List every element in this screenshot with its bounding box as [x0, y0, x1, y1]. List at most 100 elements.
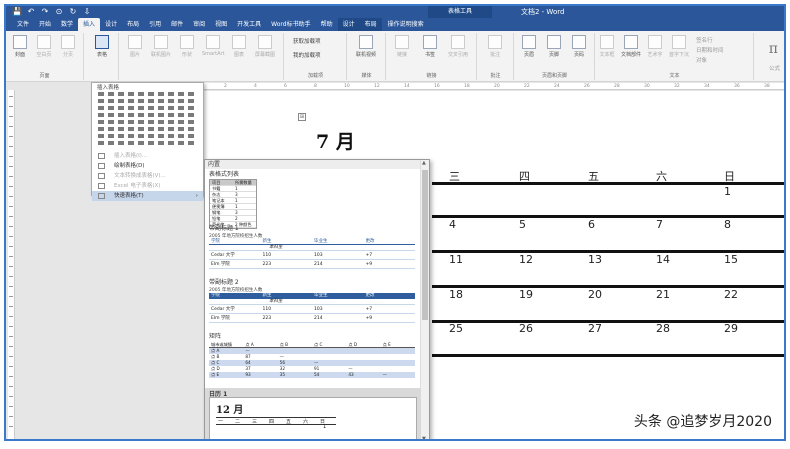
tab-14[interactable]: 布局 — [359, 18, 382, 31]
table-grid-cell[interactable] — [117, 133, 126, 140]
table-anchor-icon[interactable]: ⊞ — [298, 113, 306, 121]
calendar-day[interactable]: 13 — [588, 253, 602, 266]
table-grid-cell[interactable] — [97, 133, 106, 140]
table-grid-cell[interactable] — [167, 98, 176, 105]
table-grid-cell[interactable] — [107, 91, 116, 98]
table-grid-cell[interactable] — [187, 105, 196, 112]
blank-page-button[interactable]: 空白页 — [33, 35, 55, 58]
tab-10[interactable]: 开发工具 — [232, 18, 266, 31]
scroll-down-icon[interactable]: ▼ — [422, 436, 426, 439]
my-addins-button[interactable]: 我的加载项 — [293, 51, 321, 59]
equation-button[interactable]: 公式 — [769, 64, 780, 72]
table-grid-cell[interactable] — [177, 140, 186, 147]
quick-tables-menu-item[interactable]: 快速表格(T) › — [92, 191, 203, 201]
date-time-button[interactable]: 日期和时间 — [696, 46, 724, 54]
tab-9[interactable]: 视图 — [210, 18, 232, 31]
page-break-button[interactable]: 分页 — [57, 35, 79, 58]
table-grid-cell[interactable] — [97, 98, 106, 105]
shapes-button[interactable]: 形状 — [176, 35, 198, 58]
table-grid-cell[interactable] — [97, 105, 106, 112]
drop-cap-button[interactable]: 首字下沉 — [668, 35, 690, 58]
calendar-day[interactable]: 11 — [449, 253, 463, 266]
calendar-day[interactable]: 21 — [656, 288, 670, 301]
table-grid-cell[interactable] — [147, 126, 156, 133]
tell-me-search[interactable]: 操作说明搜索 — [388, 18, 424, 31]
table-grid-cell[interactable] — [117, 112, 126, 119]
calendar-day[interactable]: 8 — [724, 218, 731, 231]
calendar-day[interactable]: 26 — [519, 322, 533, 335]
signature-line-button[interactable]: 签名行 — [696, 36, 713, 44]
table-grid-cell[interactable] — [97, 112, 106, 119]
calendar-day[interactable]: 20 — [588, 288, 602, 301]
header-button[interactable]: 页眉 — [518, 35, 540, 58]
touch-mode-icon[interactable]: ⊙ — [54, 7, 64, 17]
tab-3[interactable]: 插入 — [78, 18, 101, 31]
table-grid-cell[interactable] — [117, 98, 126, 105]
table-grid-cell[interactable] — [177, 91, 186, 98]
table-grid-cell[interactable] — [117, 126, 126, 133]
table-grid-cell[interactable] — [107, 119, 116, 126]
calendar-day[interactable]: 29 — [724, 322, 738, 335]
table-grid-cell[interactable] — [117, 140, 126, 147]
table-grid-cell[interactable] — [137, 105, 146, 112]
comment-button[interactable]: 批注 — [484, 35, 506, 58]
convert-text-menu-item[interactable]: 文本转换成表格(V)... — [92, 171, 203, 181]
object-button[interactable]: 对象 — [696, 56, 707, 64]
tab-11[interactable]: Word标书助手 — [266, 18, 315, 31]
table-grid-cell[interactable] — [147, 98, 156, 105]
table-grid-cell[interactable] — [97, 119, 106, 126]
calendar1-option[interactable]: 日历 1 12 月 一二三四五六日 1 — [205, 388, 421, 439]
wordart-button[interactable]: 艺术字 — [644, 35, 666, 58]
table-grid-cell[interactable] — [107, 126, 116, 133]
table-grid-cell[interactable] — [147, 140, 156, 147]
table-grid-cell[interactable] — [187, 112, 196, 119]
tab-13[interactable]: 设计 — [337, 18, 360, 31]
table-grid-cell[interactable] — [177, 105, 186, 112]
calendar-day[interactable]: 27 — [588, 322, 602, 335]
table-grid-cell[interactable] — [127, 98, 136, 105]
table-grid-cell[interactable] — [107, 133, 116, 140]
calendar-day[interactable]: 6 — [588, 218, 595, 231]
table-grid-cell[interactable] — [157, 140, 166, 147]
table-grid-cell[interactable] — [167, 119, 176, 126]
table-grid-cell[interactable] — [137, 112, 146, 119]
quick-parts-button[interactable]: 文档部件 — [620, 35, 642, 58]
table-grid-cell[interactable] — [97, 126, 106, 133]
table-grid-cell[interactable] — [147, 133, 156, 140]
calendar-day[interactable]: 1 — [724, 185, 731, 198]
table-grid-cell[interactable] — [107, 98, 116, 105]
pi-icon[interactable]: π — [769, 41, 778, 57]
tab-0[interactable]: 文件 — [12, 18, 34, 31]
table-grid-cell[interactable] — [187, 140, 196, 147]
table-grid-cell[interactable] — [157, 91, 166, 98]
table-grid-cell[interactable] — [177, 98, 186, 105]
table-grid-cell[interactable] — [137, 133, 146, 140]
table-grid-cell[interactable] — [147, 105, 156, 112]
table-grid-cell[interactable] — [187, 126, 196, 133]
text-box-button[interactable]: 文本框 — [596, 35, 618, 58]
draw-table-menu-item[interactable]: 绘制表格(D) — [92, 161, 203, 171]
insert-table-menu-item[interactable]: 插入表格(I)... — [92, 151, 203, 161]
table-grid-cell[interactable] — [127, 105, 136, 112]
table-grid-cell[interactable] — [187, 119, 196, 126]
table-grid-cell[interactable] — [127, 112, 136, 119]
calendar-day[interactable]: 28 — [656, 322, 670, 335]
calendar-day[interactable]: 25 — [449, 322, 463, 335]
table-grid-cell[interactable] — [187, 91, 196, 98]
tab-4[interactable]: 设计 — [100, 18, 122, 31]
online-video-button[interactable]: 联机视频 — [355, 35, 377, 58]
picture-button[interactable]: 图片 — [124, 35, 146, 58]
table-grid-cell[interactable] — [167, 140, 176, 147]
calendar-day[interactable]: 15 — [724, 253, 738, 266]
screenshot-button[interactable]: 屏幕截图 — [254, 35, 276, 58]
gallery-scrollbar[interactable]: ▲ ▼ — [420, 160, 429, 439]
bookmark-button[interactable]: 书签 — [419, 35, 441, 58]
page-number-button[interactable]: 页码 — [568, 35, 590, 58]
cross-reference-button[interactable]: 交叉引用 — [447, 35, 469, 58]
table-grid-cell[interactable] — [177, 126, 186, 133]
table-grid-cell[interactable] — [117, 105, 126, 112]
calendar-day[interactable]: 18 — [449, 288, 463, 301]
table-grid-cell[interactable] — [167, 112, 176, 119]
repeat-icon[interactable]: ↻ — [68, 7, 78, 17]
table-grid-cell[interactable] — [137, 91, 146, 98]
